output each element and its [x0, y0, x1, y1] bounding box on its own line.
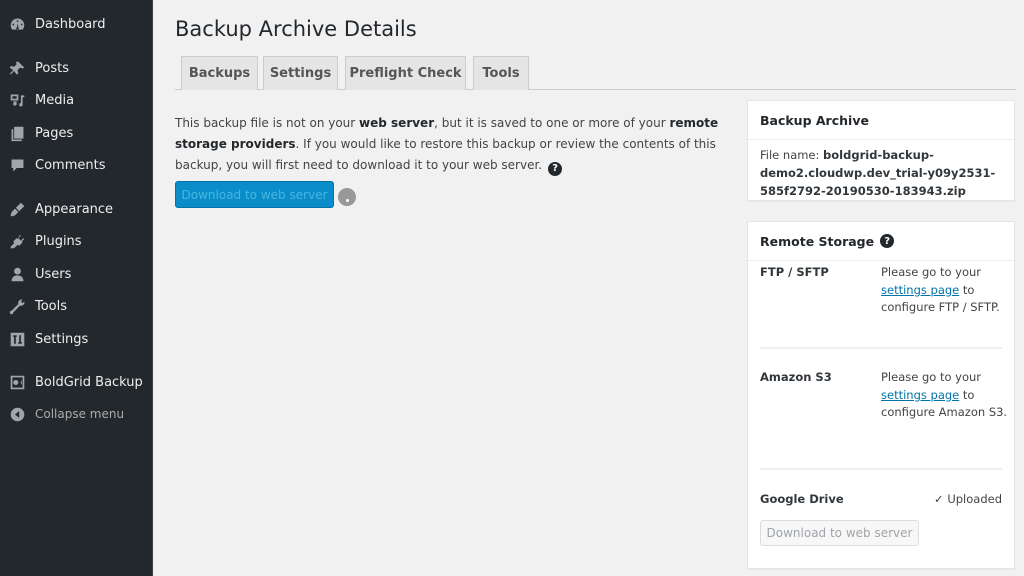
provider-name: Google Drive — [760, 492, 844, 506]
settings-icon — [8, 330, 26, 348]
backup-archive-title: Backup Archive — [748, 101, 1014, 140]
sidebar-item-users[interactable]: Users — [0, 260, 153, 288]
remote-storage-title-text: Remote Storage — [760, 233, 875, 249]
sidebar-item-settings[interactable]: Settings — [0, 325, 153, 353]
download-to-web-server-button[interactable]: Download to web server — [175, 181, 334, 208]
notice-text: , but it is saved to one or more of your — [434, 116, 670, 130]
main-content: Backup Archive Details Backups Settings … — [153, 0, 1024, 576]
sidebar-item-label: Media — [35, 92, 75, 108]
uploaded-status: ✓ Uploaded — [934, 492, 1002, 506]
sidebar-item-appearance[interactable]: Appearance — [0, 195, 153, 223]
sidebar-item-plugins[interactable]: Plugins — [0, 227, 153, 255]
sidebar-item-media[interactable]: Media — [0, 86, 153, 114]
tab-preflight-check[interactable]: Preflight Check — [345, 56, 466, 90]
comment-icon — [8, 156, 26, 174]
remote-storage-title: Remote Storage? — [748, 222, 1014, 261]
admin-sidebar: Dashboard Posts Media Pages Comments App… — [0, 0, 153, 576]
page-title: Backup Archive Details — [175, 17, 417, 41]
provider-name: Amazon S3 — [760, 370, 832, 384]
collapse-menu-button[interactable]: Collapse menu — [0, 400, 153, 428]
sidebar-item-label: Dashboard — [35, 16, 106, 32]
help-icon[interactable]: ? — [880, 234, 895, 248]
pages-icon — [8, 124, 26, 142]
paintbrush-icon — [8, 200, 26, 218]
tab-settings[interactable]: Settings — [263, 56, 338, 90]
provider-description: Please go to your settings page to confi… — [881, 369, 1009, 422]
tab-backups[interactable]: Backups — [181, 56, 258, 90]
user-icon — [8, 265, 26, 283]
sidebar-item-comments[interactable]: Comments — [0, 151, 153, 179]
tab-tools[interactable]: Tools — [473, 56, 529, 90]
storage-provider-ftp: FTP / SFTP Please go to your settings pa… — [760, 264, 1002, 324]
pin-icon — [8, 59, 26, 77]
sidebar-item-posts[interactable]: Posts — [0, 54, 153, 82]
dashboard-icon — [8, 15, 26, 33]
collapse-arrow-icon — [8, 405, 26, 423]
sidebar-item-label: Appearance — [35, 201, 114, 217]
vault-icon — [8, 373, 26, 391]
sidebar-item-label: Users — [35, 266, 72, 282]
sidebar-item-label: Comments — [35, 157, 106, 173]
google-drive-download-button[interactable]: Download to web server — [760, 520, 919, 546]
backup-archive-box: Backup Archive File name: boldgrid-backu… — [747, 100, 1015, 201]
sidebar-item-label: Tools — [35, 298, 68, 314]
sidebar-item-boldgrid-backup[interactable]: BoldGrid Backup — [0, 368, 153, 396]
provider-description: Please go to your settings page to confi… — [881, 264, 1009, 317]
help-icon[interactable]: ? — [548, 161, 563, 176]
provider-desc-text: Please go to your — [881, 265, 982, 279]
sidebar-item-label: Plugins — [35, 233, 82, 249]
storage-provider-google-drive: Google Drive ✓ Uploaded — [760, 491, 1002, 511]
sidebar-item-label: Settings — [35, 331, 89, 347]
notice-bold-web-server: web server — [359, 116, 435, 130]
sidebar-item-label: BoldGrid Backup — [35, 374, 143, 390]
storage-provider-amazon-s3: Amazon S3 Please go to your settings pag… — [760, 369, 1007, 439]
sidebar-item-dashboard[interactable]: Dashboard — [0, 10, 153, 38]
remote-storage-box: Remote Storage? FTP / SFTP Please go to … — [747, 221, 1015, 569]
divider — [760, 347, 1002, 349]
notice-text: This backup file is not on your — [175, 116, 360, 130]
sidebar-item-label: Pages — [35, 125, 74, 141]
sidebar-item-pages[interactable]: Pages — [0, 119, 153, 147]
plugin-icon — [8, 232, 26, 250]
nav-tabs: Backups Settings Preflight Check Tools — [175, 56, 1016, 90]
media-icon — [8, 91, 26, 109]
provider-desc-text: Please go to your — [881, 370, 982, 384]
settings-page-link[interactable]: settings page — [881, 388, 959, 402]
sidebar-item-label: Collapse menu — [35, 407, 125, 421]
settings-page-link[interactable]: settings page — [881, 283, 959, 297]
wrench-icon — [8, 297, 26, 315]
file-name-info: File name: boldgrid-backup-demo2.cloudwp… — [748, 140, 1014, 206]
provider-name: FTP / SFTP — [760, 265, 829, 279]
sidebar-item-label: Posts — [35, 60, 69, 76]
divider — [760, 468, 1002, 470]
sidebar-item-tools[interactable]: Tools — [0, 292, 153, 320]
remote-backup-notice: This backup file is not on your web serv… — [175, 113, 731, 176]
file-name-label: File name: — [760, 148, 824, 162]
loading-spinner-icon — [338, 188, 356, 206]
